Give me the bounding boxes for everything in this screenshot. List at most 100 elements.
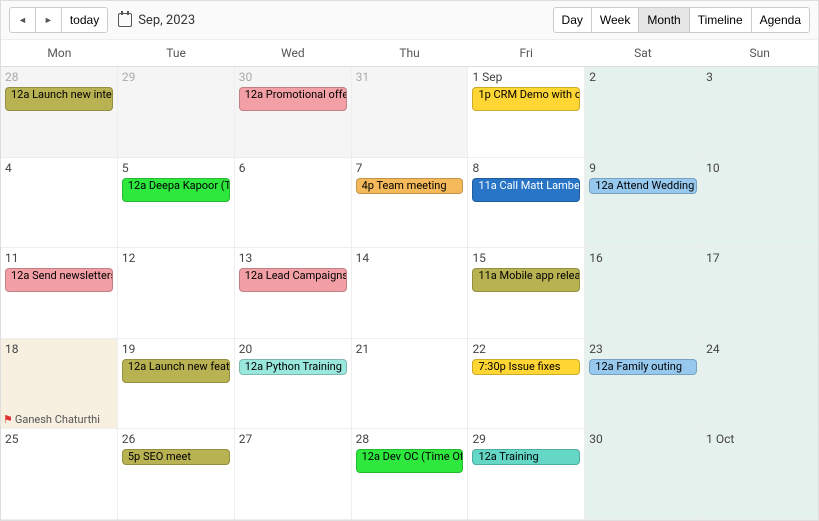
event[interactable]: 12a Python Training <box>239 359 347 375</box>
day-cell[interactable]: 29 12a Training <box>468 429 585 520</box>
day-cell[interactable]: 3 <box>702 67 818 158</box>
day-cell[interactable]: 9 12a Attend Wedding <box>585 158 702 249</box>
day-cell[interactable]: 31 <box>352 67 469 158</box>
weekday-cell: Wed <box>234 40 351 66</box>
day-cell[interactable]: 19 12a Launch new feature <box>118 339 235 430</box>
today-button[interactable]: today <box>61 7 108 33</box>
day-cell[interactable]: 1 Sep 1p CRM Demo with customer <box>468 67 585 158</box>
event[interactable]: 12a Deepa Kapoor (Time Off: Medical) <box>122 178 230 202</box>
next-button[interactable]: ► <box>35 7 62 33</box>
events-container: 12a Dev OC (Time Off: Regular) <box>356 449 464 473</box>
events-container: 1p CRM Demo with customer <box>472 87 580 111</box>
events-container: 12a Launch new feature <box>122 359 230 383</box>
events-container: 5p SEO meet <box>122 449 230 465</box>
day-cell[interactable]: 29 <box>118 67 235 158</box>
day-cell[interactable]: 10 <box>702 158 818 249</box>
events-container: 7:30p Issue fixes <box>472 359 580 375</box>
events-container: 12a Deepa Kapoor (Time Off: Medical) <box>122 178 230 202</box>
day-cell[interactable]: 13 12a Lead Campaigns <box>235 248 352 339</box>
day-number: 6 <box>239 161 347 175</box>
day-cell[interactable]: 14 <box>352 248 469 339</box>
view-month[interactable]: Month <box>638 7 689 33</box>
day-number: 30 <box>589 432 697 446</box>
day-cell[interactable]: 2 <box>585 67 702 158</box>
event[interactable]: 4p Team meeting <box>356 178 464 194</box>
day-cell[interactable]: 25 <box>1 429 118 520</box>
day-number: 10 <box>706 161 814 175</box>
event[interactable]: 5p SEO meet <box>122 449 230 465</box>
holiday-name: Ganesh Chaturthi <box>15 413 100 426</box>
day-cell[interactable]: 18 ⚑Ganesh Chaturthi <box>1 339 118 430</box>
day-number: 22 <box>472 342 580 356</box>
day-cell[interactable]: 16 <box>585 248 702 339</box>
day-cell[interactable]: 30 12a Promotional offer campaign <box>235 67 352 158</box>
event[interactable]: 12a Lead Campaigns <box>239 268 347 292</box>
day-cell[interactable]: 6 <box>235 158 352 249</box>
event[interactable]: 11a Mobile app release <box>472 268 580 292</box>
weekday-cell: Mon <box>1 40 118 66</box>
day-cell[interactable]: 2812a Dev OC (Time Off: Regular) <box>352 429 469 520</box>
event[interactable]: 12a Promotional offer campaign <box>239 87 347 111</box>
events-container: 12a Attend Wedding <box>589 178 697 194</box>
day-cell[interactable]: 24 <box>702 339 818 430</box>
event[interactable]: 11a Call Matt Lambert <box>472 178 580 202</box>
event[interactable]: 12a Launch new feature <box>122 359 230 383</box>
day-cell[interactable]: 21 <box>352 339 469 430</box>
holiday-label: ⚑Ganesh Chaturthi <box>3 413 100 426</box>
day-cell[interactable]: 30 <box>585 429 702 520</box>
day-number: 19 <box>122 342 230 356</box>
day-number: 29 <box>472 432 580 446</box>
event[interactable]: 12a Training <box>472 449 580 465</box>
day-number: 9 <box>589 161 697 175</box>
event[interactable]: 12a Send newsletters <box>5 268 113 292</box>
view-week[interactable]: Week <box>591 7 639 33</box>
day-cell[interactable]: 23 12a Family outing <box>585 339 702 430</box>
day-number: 28 <box>5 70 113 84</box>
day-number: 8 <box>472 161 580 175</box>
day-number: 23 <box>589 342 697 356</box>
week-row: 4512a Deepa Kapoor (Time Off: Medical) 67… <box>1 158 818 249</box>
day-cell[interactable]: 22 7:30p Issue fixes <box>468 339 585 430</box>
day-cell[interactable]: 512a Deepa Kapoor (Time Off: Medical) <box>118 158 235 249</box>
calendar: ◄ ► today Sep, 2023 Day Week Month Timel… <box>0 0 819 521</box>
day-number: 2 <box>589 70 697 84</box>
day-cell[interactable]: 8 11a Call Matt Lambert <box>468 158 585 249</box>
view-day[interactable]: Day <box>553 7 592 33</box>
events-container: 11a Mobile app release <box>472 268 580 292</box>
calendar-icon <box>118 13 132 27</box>
day-cell[interactable]: 2012a Python Training <box>235 339 352 430</box>
day-cell[interactable]: 74p Team meeting <box>352 158 469 249</box>
day-number: 11 <box>5 251 113 265</box>
day-number: 18 <box>5 342 113 356</box>
view-switcher: Day Week Month Timeline Agenda <box>553 7 810 33</box>
day-number: 13 <box>239 251 347 265</box>
day-cell[interactable]: 1511a Mobile app release <box>468 248 585 339</box>
date-label-text: Sep, 2023 <box>138 13 195 28</box>
event[interactable]: 12a Family outing <box>589 359 697 375</box>
view-agenda[interactable]: Agenda <box>751 7 810 33</box>
event[interactable]: 12a Launch new integration <box>5 87 113 111</box>
day-number: 16 <box>589 251 697 265</box>
prev-button[interactable]: ◄ <box>9 7 36 33</box>
day-cell[interactable]: 11 12a Send newsletters <box>1 248 118 339</box>
day-number: 27 <box>239 432 347 446</box>
event[interactable]: 7:30p Issue fixes <box>472 359 580 375</box>
event[interactable]: 12a Dev OC (Time Off: Regular) <box>356 449 464 473</box>
day-number: 26 <box>122 432 230 446</box>
day-cell[interactable]: 28 12a Launch new integration <box>1 67 118 158</box>
events-container: 12a Send newsletters <box>5 268 113 292</box>
date-picker[interactable]: Sep, 2023 <box>118 13 195 28</box>
day-number: 30 <box>239 70 347 84</box>
events-container: 12a Family outing <box>589 359 697 375</box>
day-number: 1 Sep <box>472 70 580 84</box>
day-number: 1 Oct <box>706 432 814 446</box>
view-timeline[interactable]: Timeline <box>689 7 752 33</box>
day-cell[interactable]: 1 Oct <box>702 429 818 520</box>
day-cell[interactable]: 27 <box>235 429 352 520</box>
event[interactable]: 12a Attend Wedding <box>589 178 697 194</box>
day-cell[interactable]: 4 <box>1 158 118 249</box>
day-cell[interactable]: 26 5p SEO meet <box>118 429 235 520</box>
event[interactable]: 1p CRM Demo with customer <box>472 87 580 111</box>
day-cell[interactable]: 17 <box>702 248 818 339</box>
day-cell[interactable]: 12 <box>118 248 235 339</box>
